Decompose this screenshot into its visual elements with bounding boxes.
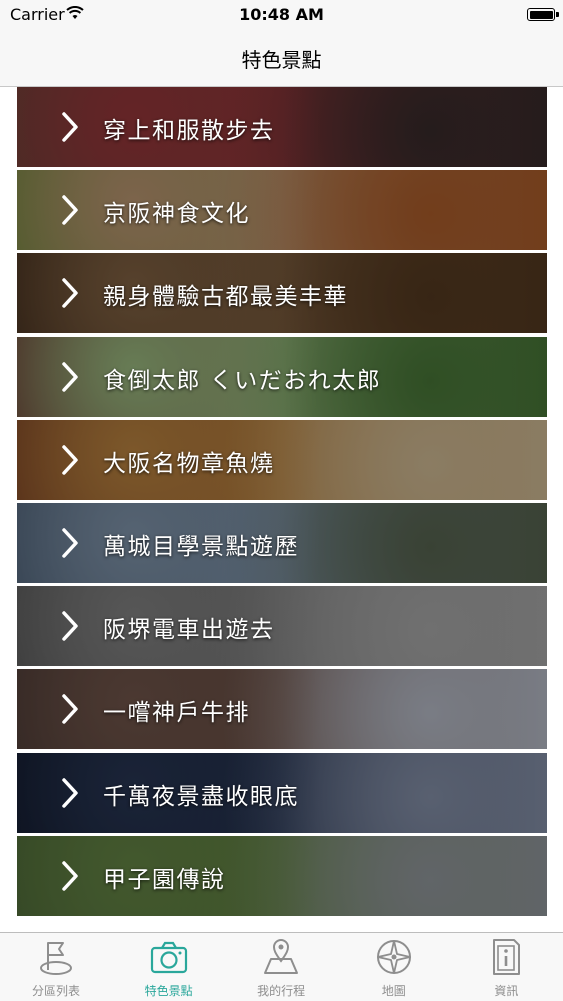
tab-compass[interactable]: 地圖: [338, 933, 450, 1001]
attraction-row[interactable]: 一嚐神戶牛排: [17, 669, 547, 750]
chevron-right-icon: [62, 777, 78, 808]
tab-label: 特色景點: [144, 984, 193, 998]
attraction-row[interactable]: 千萬夜景盡收眼底: [17, 752, 547, 833]
attraction-label: 大阪名物章魚燒: [103, 450, 275, 477]
chevron-right-icon: [62, 528, 78, 558]
attraction-row[interactable]: 京阪神食文化: [17, 170, 547, 251]
tab-bar: 分區列表 特色景點 我的行程 地圖 資訊: [0, 932, 563, 1001]
chevron-right-icon: [62, 861, 78, 891]
attraction-label: 阪堺電車出遊去: [103, 617, 275, 644]
attraction-label: 穿上和服散步去: [103, 118, 275, 144]
tab-map-pin[interactable]: 我的行程: [225, 933, 337, 1001]
tab-flag[interactable]: 分區列表: [0, 933, 112, 1001]
attraction-row[interactable]: 親身體驗古都最美丰華: [17, 253, 547, 334]
tab-info[interactable]: 資訊: [450, 933, 562, 1001]
page-title: 特色景點: [241, 48, 322, 72]
attraction-label: 食倒太郎 くいだおれ太郎: [103, 367, 382, 394]
flag-icon: [40, 942, 72, 975]
map-pin-icon: [264, 939, 299, 974]
attraction-label: 一嚐神戶牛排: [103, 700, 250, 727]
chevron-right-icon: [62, 361, 78, 392]
attraction-row[interactable]: 大阪名物章魚燒: [17, 419, 547, 500]
chevron-right-icon: [62, 694, 78, 725]
tab-label: 地圖: [381, 984, 406, 998]
status-time: 10:48 AM: [239, 5, 324, 24]
chevron-right-icon: [62, 611, 78, 641]
attraction-list[interactable]: 穿上和服散步去 京阪神食文化親身體驗古都最美丰華食倒太郎 くいだおれ太郎 大阪名物章…: [17, 87, 547, 932]
tab-label: 資訊: [494, 984, 519, 998]
attraction-label: 甲子園傳說: [103, 866, 226, 893]
attraction-label: 千萬夜景盡收眼底: [103, 783, 299, 810]
tab-camera[interactable]: 特色景點: [113, 933, 225, 1001]
tab-label: 我的行程: [257, 984, 306, 998]
battery-icon: [527, 8, 559, 21]
navigation-bar: 特色景點: [0, 30, 563, 87]
attraction-row[interactable]: 食倒太郎 くいだおれ太郎: [17, 336, 547, 417]
info-icon: [493, 939, 521, 975]
attraction-label: 萬城目學景點遊歷: [103, 534, 299, 560]
attraction-label: 京阪神食文化: [103, 201, 250, 228]
chevron-right-icon: [62, 445, 78, 475]
status-bar: Carrier 10:48 AM: [0, 0, 563, 30]
attraction-label: 親身體驗古都最美丰華: [103, 284, 348, 311]
attraction-row[interactable]: 萬城目學景點遊歷: [17, 503, 547, 583]
attraction-row[interactable]: 甲子園傳說: [17, 835, 547, 916]
tab-label: 分區列表: [31, 984, 80, 998]
chevron-right-icon: [62, 112, 78, 142]
camera-icon: [150, 941, 187, 974]
compass-icon: [376, 940, 411, 974]
chevron-right-icon: [62, 195, 78, 225]
attraction-row[interactable]: 穿上和服散步去: [17, 87, 547, 167]
chevron-right-icon: [62, 278, 78, 309]
attraction-row[interactable]: 阪堺電車出遊去: [17, 586, 547, 667]
